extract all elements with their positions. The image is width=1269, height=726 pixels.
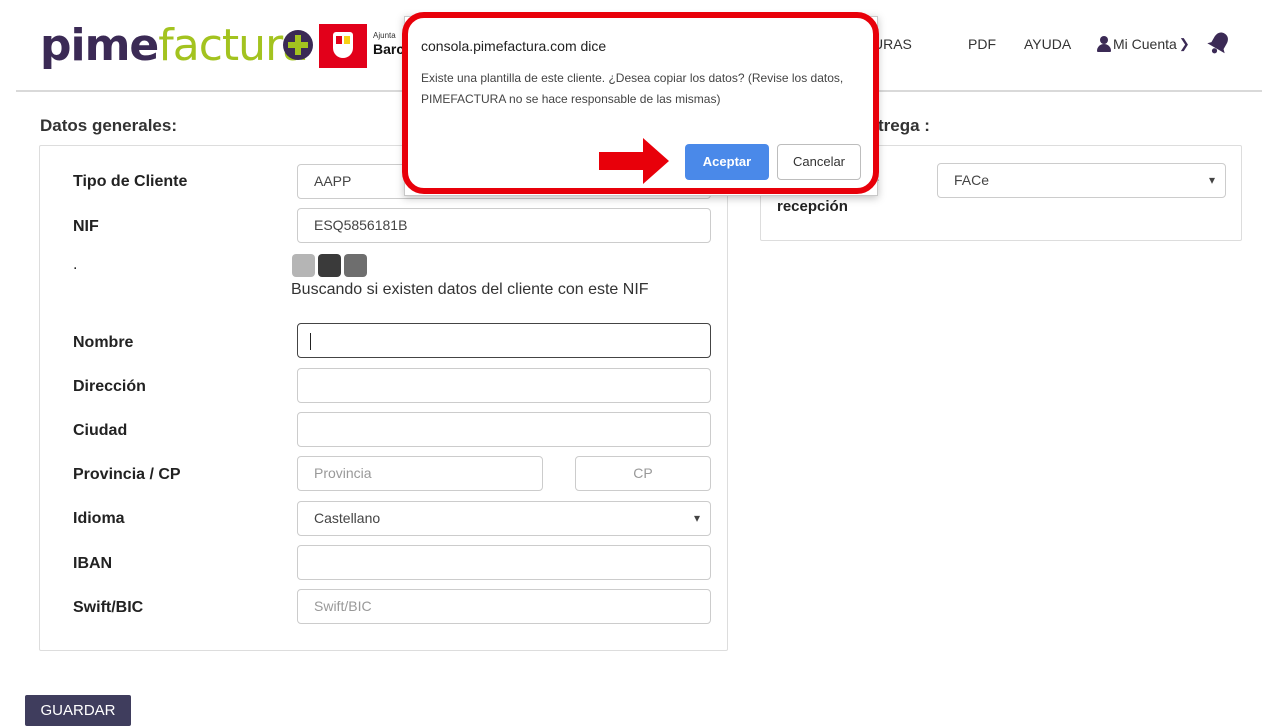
provincia-input[interactable]: Provincia — [297, 456, 543, 491]
nav-pdf[interactable]: PDF — [968, 36, 996, 52]
loading-spinner — [292, 254, 367, 277]
city-emblem-icon — [319, 24, 367, 68]
label-dot: . — [73, 256, 78, 273]
label-tipo-cliente: Tipo de Cliente — [73, 173, 188, 190]
label-idioma: Idioma — [73, 510, 125, 527]
direccion-input[interactable] — [297, 368, 711, 403]
dialog-title: consola.pimefactura.com dice — [421, 38, 607, 54]
user-icon — [1097, 36, 1111, 52]
pimefactura-logo[interactable]: pimefactura — [40, 18, 309, 74]
nav-mi-cuenta[interactable]: Mi Cuenta ❯ — [1097, 36, 1190, 52]
ajuntament-barcelona-logo: Ajunta Barc — [319, 24, 405, 68]
swift-input[interactable]: Swift/BIC — [297, 589, 711, 624]
nav-ayuda[interactable]: AYUDA — [1024, 36, 1071, 52]
nombre-input[interactable] — [297, 323, 711, 358]
plus-icon — [283, 30, 313, 60]
label-iban: IBAN — [73, 555, 113, 572]
ciudad-input[interactable] — [297, 412, 711, 447]
label-swift: Swift/BIC — [73, 599, 144, 616]
mi-cuenta-label: Mi Cuenta — [1113, 36, 1177, 52]
cp-input[interactable]: CP — [575, 456, 711, 491]
iban-input[interactable] — [297, 545, 711, 580]
loading-message: Buscando si existen datos del cliente co… — [291, 281, 649, 298]
text-caret — [310, 332, 311, 350]
label-ciudad: Ciudad — [73, 422, 128, 439]
label-recepcion: recepción — [777, 198, 848, 215]
metodo-recepcion-select[interactable]: FACe — [937, 163, 1226, 198]
red-arrow-icon — [599, 138, 669, 184]
label-direccion: Dirección — [73, 378, 146, 395]
label-nif: NIF — [73, 218, 99, 235]
cancelar-button[interactable]: Cancelar — [777, 144, 861, 180]
label-provincia-cp: Provincia / CP — [73, 466, 181, 483]
bell-icon[interactable] — [1207, 30, 1231, 56]
aceptar-button[interactable]: Aceptar — [685, 144, 769, 180]
logo-text-pime: pime — [40, 20, 159, 71]
datos-entrega-title: trega : — [878, 116, 930, 135]
datos-generales-title: Datos generales: — [40, 116, 177, 135]
guardar-button[interactable]: GUARDAR — [25, 695, 131, 726]
chevron-down-icon: ❯ — [1178, 36, 1190, 51]
idioma-select[interactable]: Castellano — [297, 501, 711, 536]
dialog-message: Existe una plantilla de este cliente. ¿D… — [421, 71, 844, 106]
ajuntament-text: Ajunta — [373, 31, 396, 40]
barcelona-text: Barc — [373, 41, 405, 57]
nif-input[interactable]: ESQ5856181B — [297, 208, 711, 243]
label-nombre: Nombre — [73, 334, 134, 351]
